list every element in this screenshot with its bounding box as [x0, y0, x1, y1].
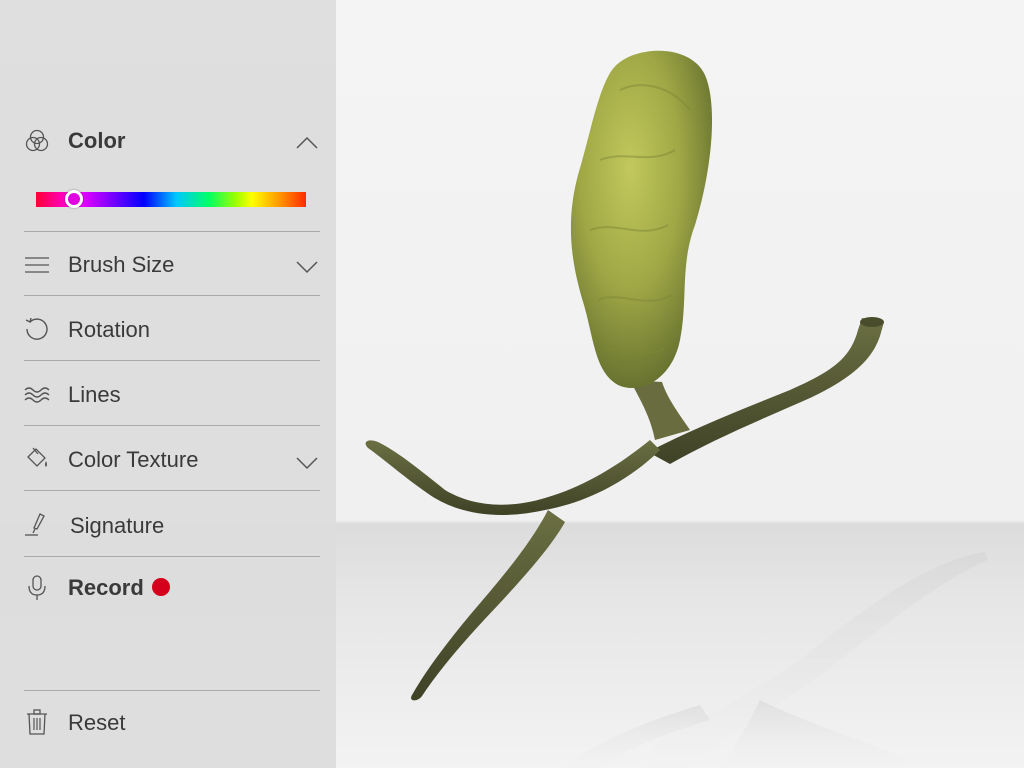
rotate-icon	[24, 316, 50, 342]
menu-item-rotation[interactable]: Rotation	[24, 297, 320, 361]
model-body	[570, 50, 713, 388]
chevron-down-icon[interactable]	[296, 260, 318, 274]
menu-item-color-texture[interactable]: Color Texture	[24, 427, 320, 491]
chevron-up-icon[interactable]	[296, 136, 318, 150]
menu-item-label: Record	[68, 575, 144, 600]
menu-item-label: Reset	[68, 710, 126, 735]
menu-item-label: Color	[68, 128, 126, 153]
menu-item-color[interactable]: Color	[24, 108, 320, 232]
menu-item-label: Rotation	[68, 317, 150, 342]
chevron-down-icon[interactable]	[296, 456, 318, 470]
waves-icon	[24, 381, 50, 407]
menu-item-label: Brush Size	[68, 252, 175, 277]
menu-item-brush-size[interactable]: Brush Size	[24, 232, 320, 296]
color-circles-icon	[24, 128, 50, 154]
trash-icon	[24, 709, 50, 735]
side-menu: Color Brush Size Rotation Lines Color Te…	[0, 0, 336, 768]
menu-item-lines[interactable]: Lines	[24, 362, 320, 426]
menu-item-label: Signature	[70, 513, 165, 538]
model-reflection	[560, 552, 988, 768]
menu-item-signature[interactable]: Signature	[24, 493, 320, 557]
paint-bucket-icon	[24, 446, 50, 472]
menu-item-record[interactable]: Record	[24, 558, 320, 622]
menu-item-label: Color Texture	[68, 447, 199, 472]
record-indicator	[152, 578, 170, 596]
menu-item-reset[interactable]: Reset	[24, 690, 320, 754]
menu-item-label: Lines	[68, 382, 121, 407]
pen-icon	[24, 512, 50, 538]
microphone-icon	[24, 575, 50, 601]
hue-slider-thumb[interactable]	[64, 190, 83, 208]
lines-icon	[24, 252, 50, 278]
hue-slider[interactable]	[36, 190, 306, 208]
